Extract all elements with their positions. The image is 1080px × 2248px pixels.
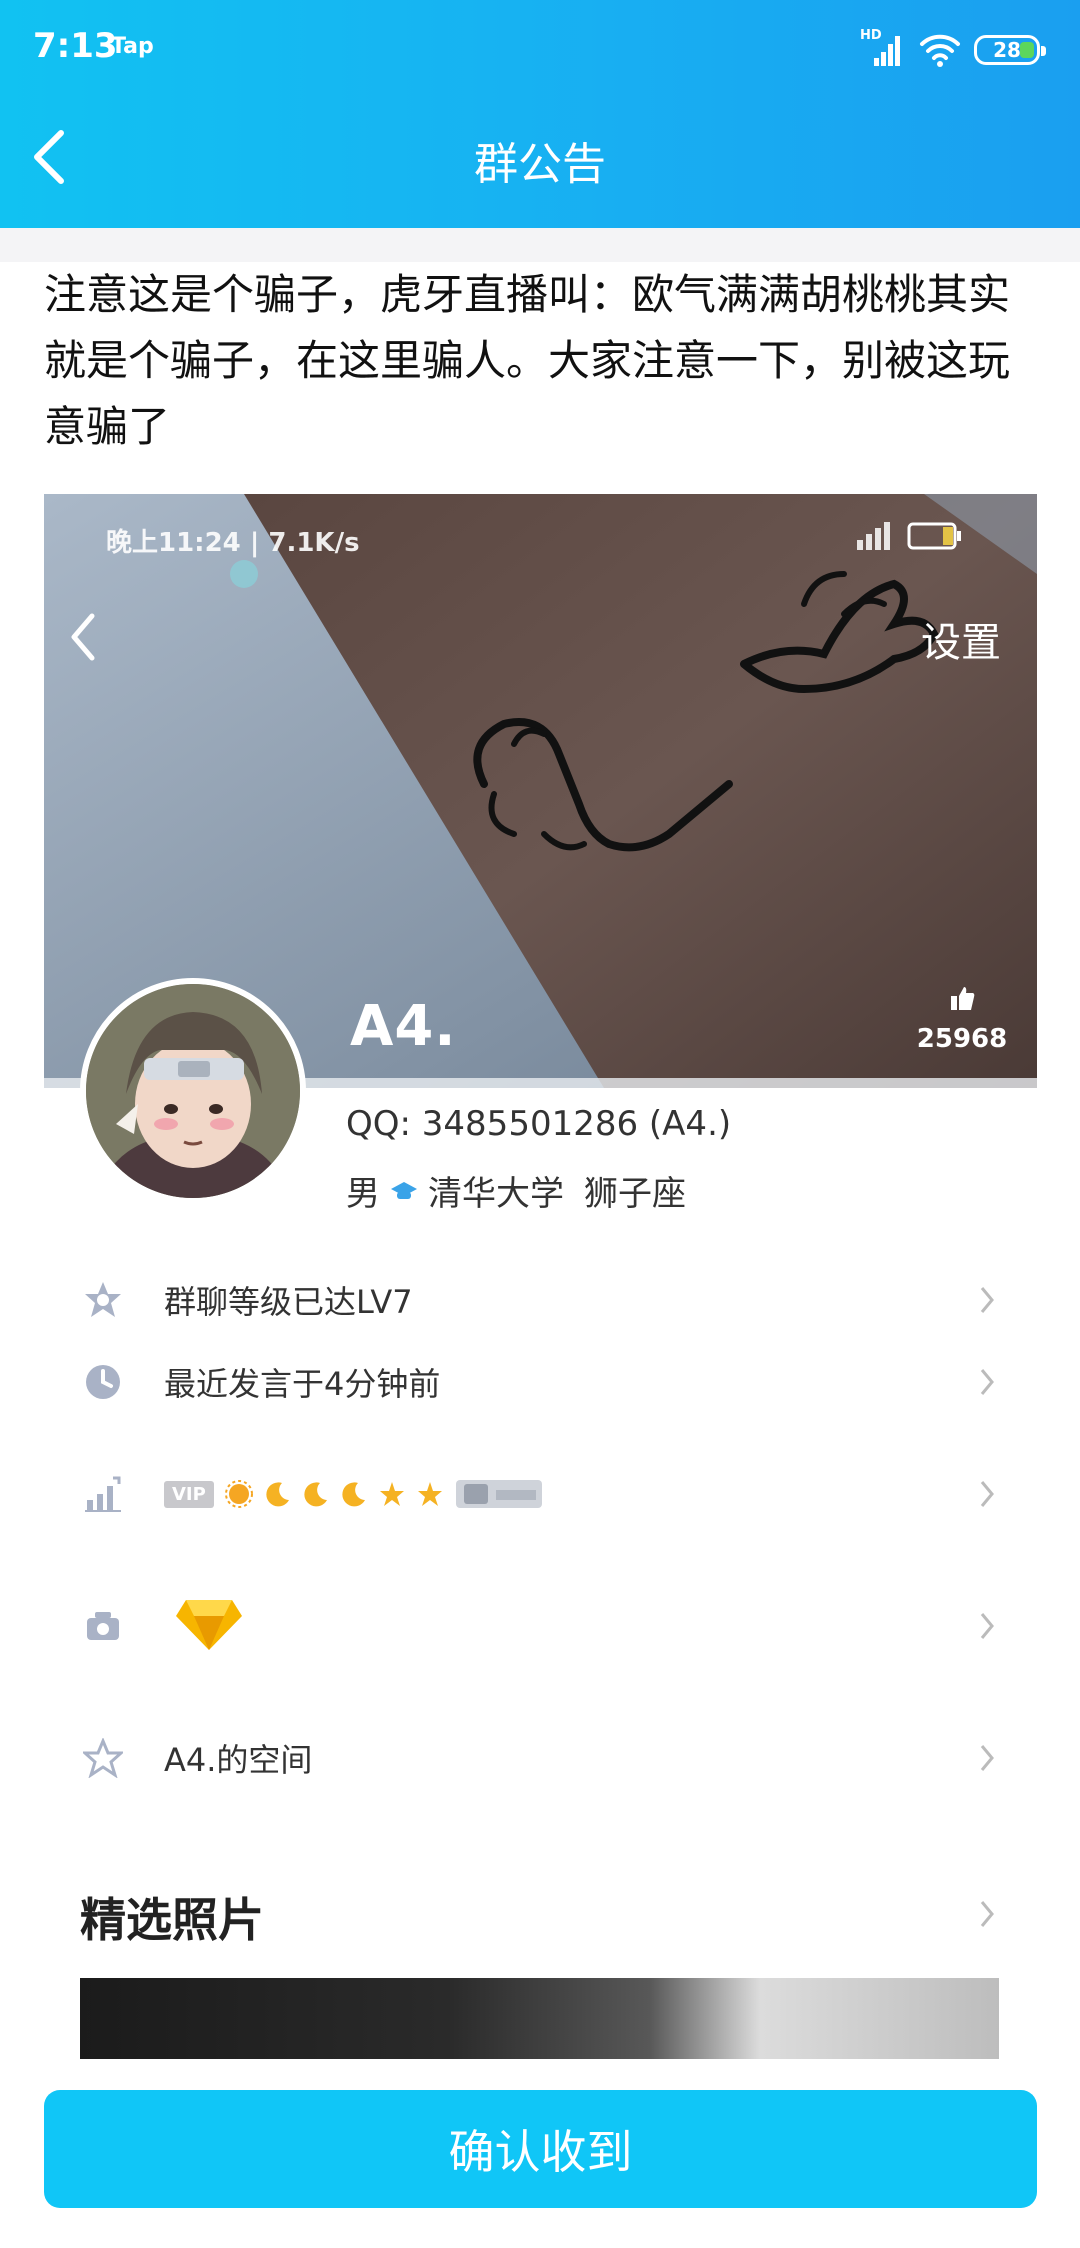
graduation-cap-icon <box>391 1181 417 1199</box>
list-item-label: 群聊等级已达LV7 <box>164 1283 413 1321</box>
diamond-icon <box>174 1594 244 1658</box>
star-badge-icon <box>80 1277 126 1323</box>
list-item-label: A4.的空间 <box>164 1741 313 1779</box>
network-label: HD <box>860 28 882 43</box>
gender-label: 男 <box>346 1174 380 1214</box>
list-item-qzone[interactable]: A4.的空间 <box>44 1726 1037 1790</box>
confirm-button[interactable]: 确认收到 <box>44 2090 1037 2208</box>
status-time: 7:13 <box>33 26 118 66</box>
star-icon <box>417 1482 442 1506</box>
inner-settings-label: 设置 <box>921 620 1001 666</box>
moon-icon <box>266 1482 289 1507</box>
list-item-gift[interactable] <box>44 1594 1037 1658</box>
profile-info-line: 男 清华大学 狮子座 <box>346 1166 686 1215</box>
status-icons: HD 28 <box>860 28 1046 72</box>
featured-photo <box>80 1978 999 2059</box>
vip-tag: VIP <box>164 1480 214 1508</box>
chevron-right-icon <box>975 1362 999 1402</box>
nav-bar: 群公告 <box>0 100 1080 228</box>
vip-card-icon <box>455 1480 542 1508</box>
profile-nickname: A4. <box>350 994 457 1059</box>
page-title: 群公告 <box>474 139 606 190</box>
battery-cap <box>1041 46 1046 56</box>
like-widget: 25968 <box>907 984 1017 1054</box>
list-item-last-speak[interactable]: 最近发言于4分钟前 <box>44 1350 1037 1414</box>
list-item-vip-level[interactable]: VIP <box>44 1462 1037 1526</box>
chevron-right-icon <box>975 1894 999 1934</box>
like-count: 25968 <box>916 1024 1008 1054</box>
gift-box-icon <box>80 1603 126 1649</box>
status-app-tag: Tap <box>111 34 154 59</box>
moon-icon <box>304 1482 327 1507</box>
chevron-right-icon <box>975 1280 999 1320</box>
wifi-icon <box>920 34 960 67</box>
inner-status-icons <box>857 518 977 562</box>
avatar <box>80 978 306 1204</box>
qq-number: QQ: 3485501286 (A4.) <box>346 1104 732 1144</box>
sun-icon <box>224 1480 253 1508</box>
battery-level: 28 <box>993 38 1021 62</box>
divider-strip <box>0 228 1080 262</box>
chevron-right-icon <box>975 1738 999 1778</box>
inner-status-text: 晚上11:24 | 7.1K/s <box>106 528 360 558</box>
list-item-label: 最近发言于4分钟前 <box>164 1365 441 1403</box>
chart-up-icon <box>80 1471 126 1517</box>
battery-icon: 28 <box>974 35 1046 65</box>
chevron-right-icon <box>975 1474 999 1514</box>
clock-icon <box>80 1359 126 1405</box>
star-outline-icon <box>80 1735 126 1781</box>
chevron-right-icon <box>975 1606 999 1646</box>
school-label: 清华大学 <box>428 1174 564 1214</box>
star-icon <box>379 1482 404 1506</box>
inner-back-icon <box>68 612 98 666</box>
signal-icon: HD <box>860 28 906 70</box>
vip-badges: VIP <box>164 1478 544 1510</box>
battery-charge-indicator <box>1020 42 1034 58</box>
list-item-group-level[interactable]: 群聊等级已达LV7 <box>44 1268 1037 1332</box>
top-bar: 7:13 Tap HD 28 群公告 <box>0 0 1080 228</box>
moon-icon <box>342 1482 365 1507</box>
zodiac-label: 狮子座 <box>584 1174 686 1214</box>
notice-image[interactable]: 晚上11:24 | 7.1K/s 设置 A4. 25968 QQ: 348550… <box>44 494 1037 2059</box>
status-bar: 7:13 Tap HD 28 <box>0 0 1080 100</box>
thumbs-up-icon <box>951 987 975 1010</box>
notice-text: 注意这是个骗子，虎牙直播叫：欧气满满胡桃桃其实就是个骗子，在这里骗人。大家注意一… <box>44 270 1011 451</box>
photos-section-title: 精选照片 <box>80 1893 264 1947</box>
